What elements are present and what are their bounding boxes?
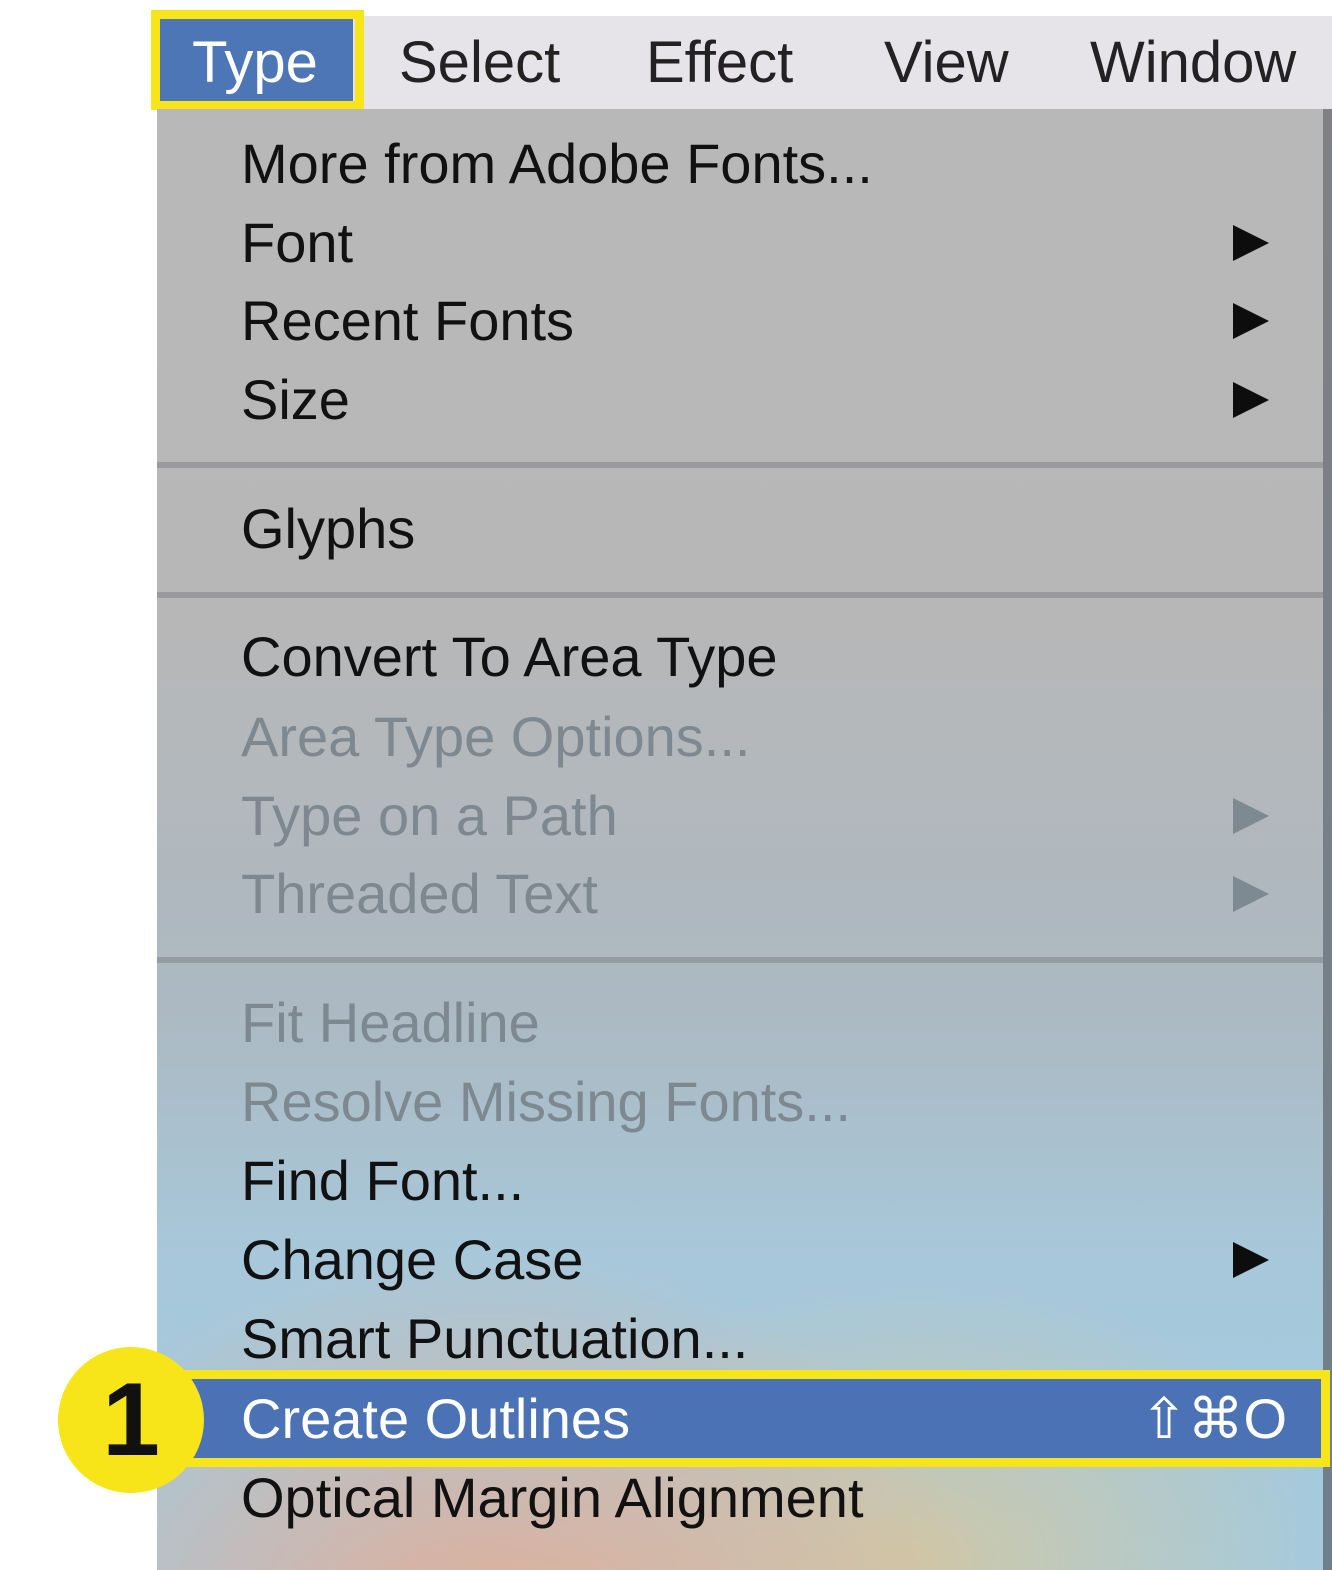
menu-item-smart-punctuation[interactable]: Smart Punctuation...	[157, 1299, 1323, 1378]
menu-item-label: Area Type Options...	[241, 705, 751, 768]
menu-item-label: Glyphs	[241, 497, 416, 560]
menu-item-recent-fonts[interactable]: Recent Fonts	[157, 281, 1323, 360]
menu-item-find-font[interactable]: Find Font...	[157, 1141, 1323, 1220]
menu-window[interactable]: Window	[1090, 16, 1296, 109]
submenu-arrow-icon	[1233, 382, 1269, 418]
menu-item-convert-to-area-type[interactable]: Convert To Area Type	[157, 617, 1323, 696]
menu-separator	[157, 462, 1323, 468]
submenu-arrow-icon	[1233, 876, 1269, 912]
menu-item-create-outlines[interactable]: Create Outlines ⇧⌘O	[157, 1379, 1323, 1458]
menu-item-optical-margin-alignment[interactable]: Optical Margin Alignment	[157, 1458, 1323, 1537]
submenu-arrow-icon	[1233, 303, 1269, 339]
menu-item-label: Optical Margin Alignment	[241, 1466, 864, 1529]
menu-item-label: Threaded Text	[241, 862, 598, 925]
menu-item-resolve-missing-fonts: Resolve Missing Fonts...	[157, 1062, 1323, 1141]
menu-item-more-from-adobe-fonts[interactable]: More from Adobe Fonts...	[157, 124, 1323, 203]
submenu-arrow-icon	[1233, 798, 1269, 834]
menu-separator	[157, 957, 1323, 963]
menu-item-label: Convert To Area Type	[241, 625, 778, 688]
menu-item-size[interactable]: Size	[157, 360, 1323, 439]
menu-select[interactable]: Select	[399, 16, 560, 109]
menu-item-label: Find Font...	[241, 1149, 525, 1212]
shortcut-label: ⇧⌘O	[1140, 1387, 1287, 1450]
menu-item-label: More from Adobe Fonts...	[241, 132, 873, 195]
menu-separator	[157, 592, 1323, 598]
menu-item-label: Resolve Missing Fonts...	[241, 1070, 851, 1133]
step-number-badge: 1	[58, 1347, 204, 1493]
menu-bar: Type Select Effect View Window	[157, 16, 1332, 109]
submenu-arrow-icon	[1233, 225, 1269, 261]
menu-edge-shadow	[1323, 109, 1332, 1570]
menu-effect[interactable]: Effect	[646, 16, 793, 109]
menu-item-label: Smart Punctuation...	[241, 1307, 749, 1370]
menu-item-label: Size	[241, 368, 350, 431]
menu-item-fit-headline: Fit Headline	[157, 983, 1323, 1062]
type-dropdown-menu: More from Adobe Fonts... Font Recent Fon…	[157, 109, 1323, 1570]
menu-item-label: Create Outlines	[241, 1387, 631, 1450]
menu-item-label: Fit Headline	[241, 991, 540, 1054]
menu-item-font[interactable]: Font	[157, 203, 1323, 282]
menu-type[interactable]: Type	[157, 16, 353, 109]
menu-item-threaded-text: Threaded Text	[157, 854, 1323, 933]
menu-item-glyphs[interactable]: Glyphs	[157, 489, 1323, 568]
menu-item-change-case[interactable]: Change Case	[157, 1220, 1323, 1299]
menu-item-label: Recent Fonts	[241, 289, 575, 352]
menu-item-type-on-a-path: Type on a Path	[157, 776, 1323, 855]
menu-item-label: Change Case	[241, 1228, 584, 1291]
menu-item-area-type-options: Area Type Options...	[157, 697, 1323, 776]
menu-item-label: Font	[241, 211, 354, 274]
submenu-arrow-icon	[1233, 1242, 1269, 1278]
menu-item-label: Type on a Path	[241, 784, 618, 847]
menu-view[interactable]: View	[884, 16, 1009, 109]
